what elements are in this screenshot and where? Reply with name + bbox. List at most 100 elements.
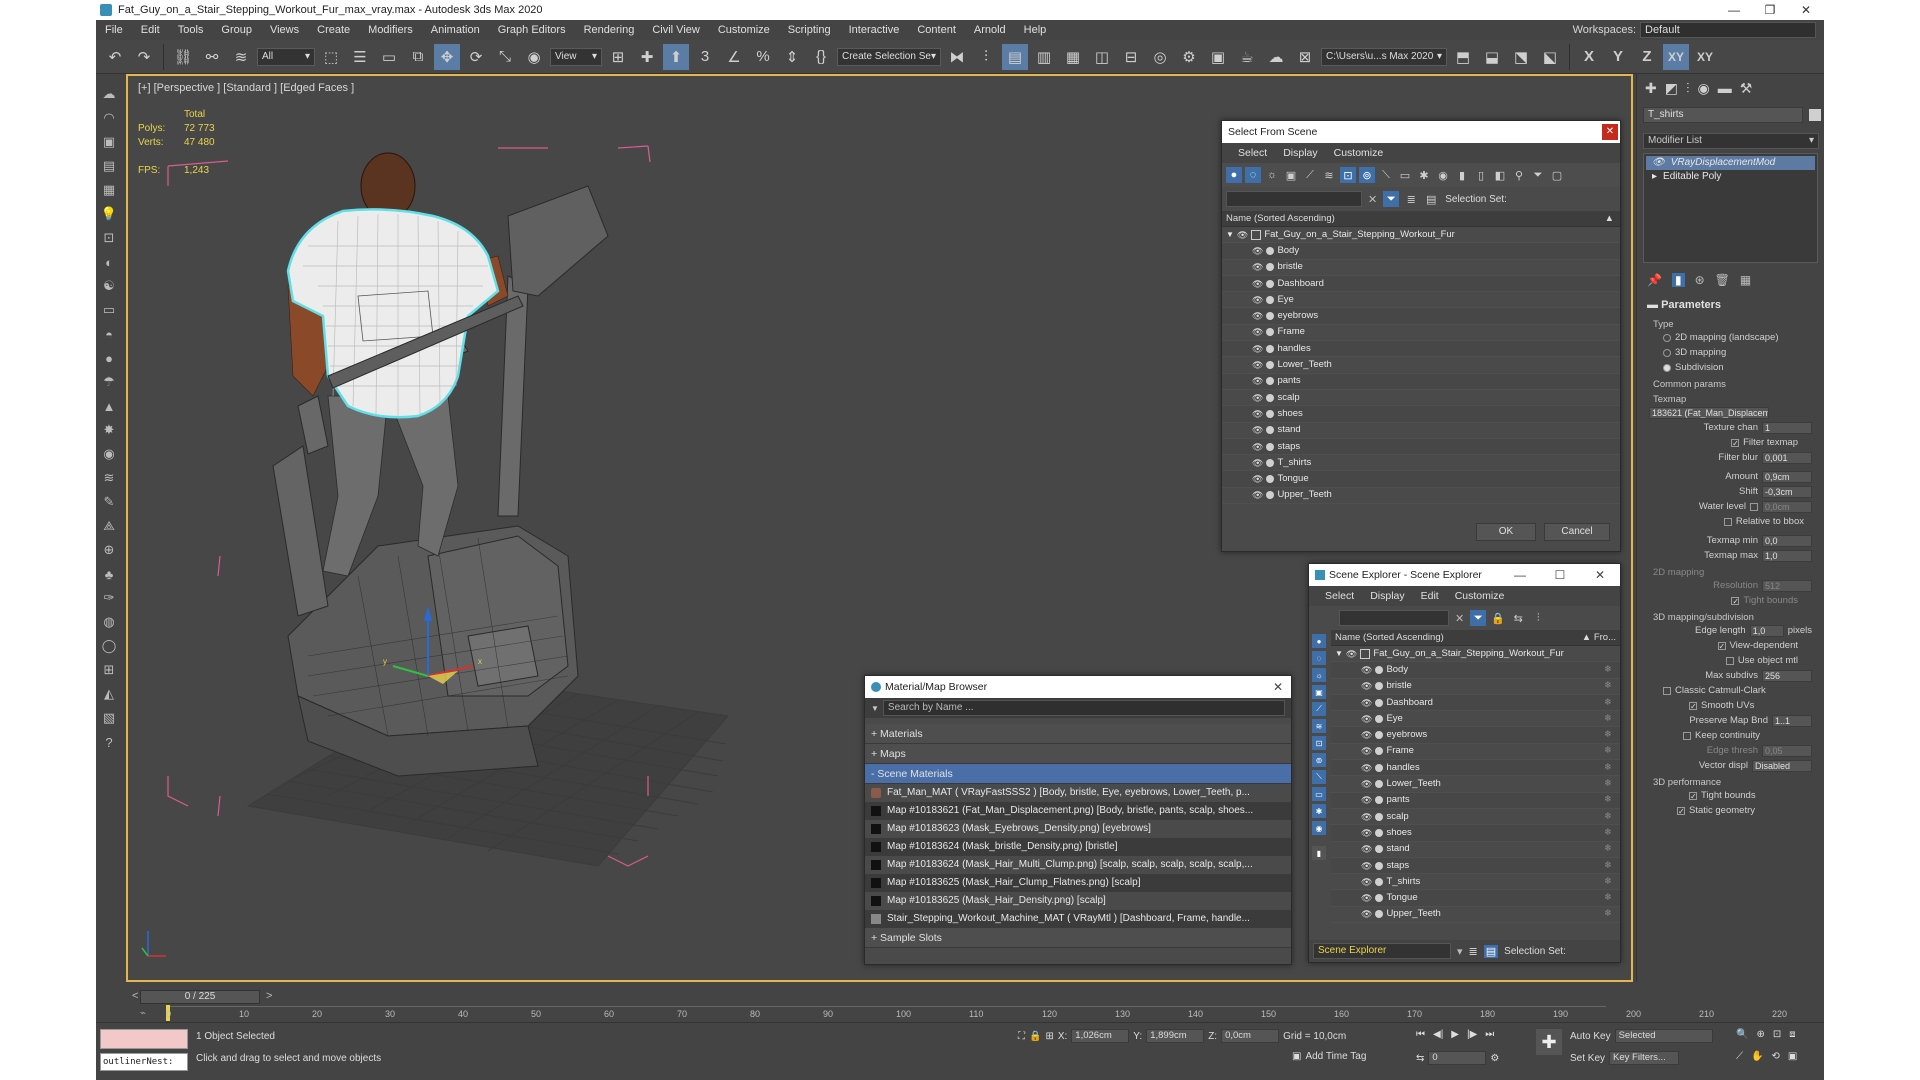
freeze-icon[interactable]: ❄ [1604,743,1612,759]
collapse-icon[interactable]: ▼ [1226,227,1234,243]
sfs-object-row[interactable]: 👁 Body [1222,243,1620,260]
se-side-containers-icon[interactable]: ▭ [1312,787,1326,801]
sun-icon[interactable]: ✸ [99,420,119,440]
se-side-frozen-icon[interactable]: ✱ [1312,804,1326,818]
key-filters-button[interactable]: Key Filters... [1609,1051,1680,1065]
edge-thresh-spinner[interactable]: 0,05 [1762,744,1812,757]
maps-section[interactable]: + Maps [865,744,1291,764]
freeze-icon[interactable]: ❄ [1604,841,1612,857]
project-folder-icon[interactable]: ⬒ [1450,44,1476,70]
menu-content[interactable]: Content [908,24,965,36]
sfs-object-row[interactable]: 👁 Tongue [1222,471,1620,488]
plant-icon[interactable]: ♣ [99,564,119,584]
menu-interactive[interactable]: Interactive [840,24,909,36]
display-tab-icon[interactable]: ▬ [1718,80,1732,97]
menu-help[interactable]: Help [1015,24,1056,36]
mirror-icon[interactable]: ⧓ [944,44,970,70]
se-menu-customize[interactable]: Customize [1447,590,1513,602]
visibility-eye-icon[interactable]: 👁 [1361,841,1372,857]
sfs-menu-display[interactable]: Display [1275,147,1325,159]
visibility-eye-icon[interactable]: 👁 [1361,678,1372,694]
se-menu-edit[interactable]: Edit [1413,590,1447,602]
edge-length-spinner[interactable]: 1,0 [1749,624,1784,637]
unlink-icon[interactable]: ⚯ [199,44,225,70]
show-end-result-icon[interactable]: ▮ [1671,273,1685,287]
configure-sets-icon[interactable]: ▦ [1740,273,1751,287]
axis-y-button[interactable]: Y [1605,44,1631,70]
selection-filter-dropdown[interactable]: All ▾ [257,47,315,66]
menu-tools[interactable]: Tools [169,24,213,36]
radio-subdivision[interactable] [1663,363,1671,372]
menu-scripting[interactable]: Scripting [779,24,840,36]
visibility-eye-icon[interactable]: 👁 [1361,890,1372,906]
object-name-field[interactable]: T_shirts [1643,107,1803,123]
filter-texmap-checkbox[interactable]: ✓ [1731,438,1740,447]
workspace-dropdown[interactable]: Default [1640,22,1816,38]
display-all-icon[interactable]: ▮ [1454,167,1470,183]
close-button[interactable]: ✕ [1788,0,1824,20]
sfs-selection-set-icon[interactable]: ▤ [1423,191,1439,207]
filter-blur-spinner[interactable]: 0,001 [1762,451,1812,464]
select-object-icon[interactable]: ⬚ [318,44,344,70]
select-by-name-icon[interactable]: ☰ [347,44,373,70]
freeze-icon[interactable]: ❄ [1604,906,1612,922]
goto-start-icon[interactable]: ⏮ [1416,1029,1425,1040]
sfs-object-row[interactable]: 👁 Lower_Teeth [1222,357,1620,374]
sculpt-icon[interactable]: ▣ [99,132,119,152]
freeze-icon[interactable]: ❄ [1604,858,1612,874]
view-dependent-checkbox[interactable]: ✓ [1717,641,1726,650]
se-column-header[interactable]: Name (Sorted Ascending) ▲ Fro... [1331,630,1620,646]
se-object-row[interactable]: 👁 Lower_Teeth ❄ [1331,776,1620,793]
rectangular-selection-icon[interactable]: ▭ [376,44,402,70]
grid-icon[interactable]: ▦ [99,180,119,200]
visibility-eye-icon[interactable]: 👁 [1346,646,1357,662]
filter-xrefs-icon[interactable]: ⊚ [1359,167,1375,183]
material-sphere-icon[interactable]: ◯ [99,636,119,656]
menu-file[interactable]: File [96,24,132,36]
freeze-icon[interactable]: ❄ [1604,662,1612,678]
material-browser-close-button[interactable]: ✕ [1273,676,1283,698]
freeze-icon[interactable]: ❄ [1604,809,1612,825]
collapse-icon[interactable]: ▼ [1335,646,1343,662]
visibility-eye-icon[interactable]: 👁 [1252,357,1263,373]
brush-icon[interactable]: ✎ [99,492,119,512]
sfs-object-row[interactable]: 👁 T_shirts [1222,455,1620,472]
scene-state-icon[interactable]: ◭ [99,684,119,704]
se-sync-icon[interactable]: ⇆ [1510,610,1526,626]
scene-material-row[interactable]: Map #10183625 (Mask_Hair_Clump_Flatnes.p… [865,874,1291,892]
maximize-viewport-icon[interactable]: ▣ [1788,1051,1797,1062]
visibility-eye-icon[interactable]: 👁 [1252,292,1263,308]
tight-bounds-2d-checkbox[interactable]: ✓ [1731,596,1740,605]
prev-key-icon[interactable]: ◀| [1433,1029,1443,1040]
relative-bbox-checkbox[interactable] [1723,517,1732,526]
freeze-icon[interactable]: ❄ [1604,695,1612,711]
scene-material-row[interactable]: Fat_Man_MAT ( VRayFastSSS2 ) [Body, bris… [865,784,1291,802]
menu-views[interactable]: Views [261,24,308,36]
axis-x-button[interactable]: X [1576,44,1602,70]
axis-xy-cycle-button[interactable]: XY [1692,44,1718,70]
sfs-object-row[interactable]: 👁 Eye [1222,292,1620,309]
se-root-row[interactable]: ▼ 👁 Fat_Guy_on_a_Stair_Stepping_Workout_… [1331,646,1620,663]
scene-material-row[interactable]: Map #10183624 (Mask_Hair_Multi_Clump.png… [865,856,1291,874]
filter-bones-icon[interactable]: ⟍ [1378,167,1394,183]
select-and-scale-icon[interactable]: ⤡ [492,44,518,70]
visibility-eye-icon[interactable]: 👁 [1361,906,1372,922]
sfs-menu-select[interactable]: Select [1230,147,1275,159]
visibility-eye-icon[interactable]: 👁 [1252,439,1263,455]
pivot-center-icon[interactable]: ⊞ [605,44,631,70]
filter-cameras-icon[interactable]: ▣ [1283,167,1299,183]
sfs-object-row[interactable]: 👁 shoes [1222,406,1620,423]
hair-fx-icon[interactable]: ✑ [99,588,119,608]
se-object-row[interactable]: 👁 eyebrows ❄ [1331,727,1620,744]
link-icon[interactable]: ⛓ [170,44,196,70]
project-path-dropdown[interactable]: C:\Users\u...s Max 2020 ▾ [1321,47,1447,66]
freeze-icon[interactable]: ❄ [1604,678,1612,694]
undo-icon[interactable]: ↶ [102,44,128,70]
visibility-eye-icon[interactable]: 👁 [1252,276,1263,292]
material-search-input[interactable]: Search by Name ... [882,700,1285,716]
visibility-eye-icon[interactable]: 👁 [1252,373,1263,389]
se-object-row[interactable]: 👁 pants ❄ [1331,792,1620,809]
se-hierarchy-icon[interactable]: ⫶ [1530,610,1546,626]
sample-slots-section[interactable]: + Sample Slots [865,928,1291,948]
visibility-eye-icon[interactable]: 👁 [1252,471,1263,487]
